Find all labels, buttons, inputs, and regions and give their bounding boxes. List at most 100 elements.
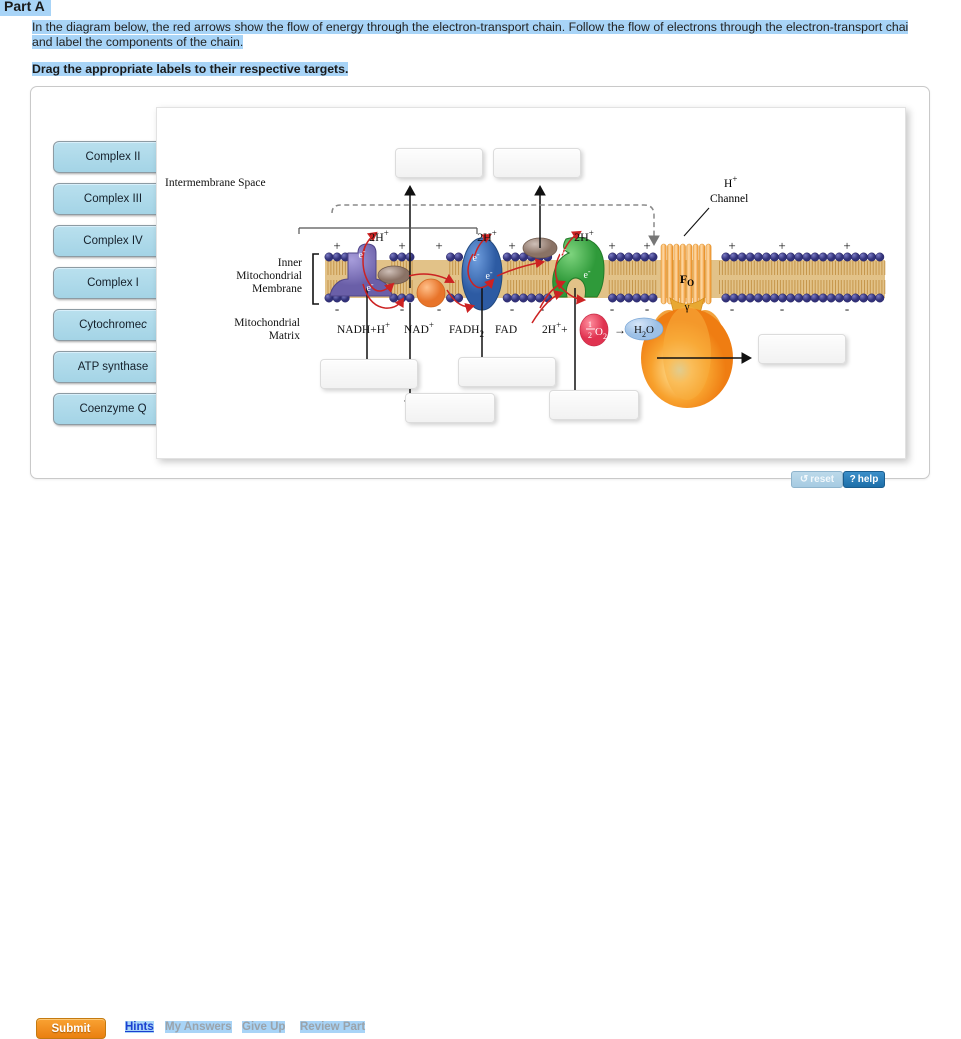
fadh2-label: FADH2 <box>449 324 484 339</box>
phospholipid-head <box>867 293 877 303</box>
phospholipid-head <box>608 252 617 262</box>
drop-target-top-right[interactable] <box>493 148 581 178</box>
charge-plus: + <box>333 238 340 253</box>
drop-target-top-left[interactable] <box>395 148 483 178</box>
phospholipid-head <box>405 293 415 303</box>
drag-label-text: Complex II <box>85 151 141 163</box>
coenzyme-q-sphere <box>416 278 446 308</box>
drag-label-complex-iv[interactable]: Complex IV <box>53 225 173 257</box>
phospholipid-head <box>834 293 844 303</box>
charge-plus: + <box>843 238 850 253</box>
phospholipid-head <box>729 252 739 262</box>
drop-target-complex-iv[interactable] <box>549 390 639 420</box>
give-up-link[interactable]: Give Up <box>242 1021 286 1033</box>
phospholipid-head <box>446 252 455 262</box>
drag-label-cytochrome-c[interactable]: Cytochrome c <box>53 309 173 341</box>
svg-text:2H+: 2H+ <box>477 228 497 244</box>
drop-target-fadh2[interactable] <box>458 357 556 387</box>
reaction-arrow: → <box>614 323 626 337</box>
drag-label-text: ATP synthase <box>77 361 149 373</box>
footer-bar: Submit Hints My Answers Give Up Review P… <box>0 508 961 1039</box>
charge-minus: - <box>510 301 514 316</box>
fo-rod <box>692 243 699 305</box>
matrix-label-2: Matrix <box>269 330 301 342</box>
drop-target-nadh[interactable] <box>320 359 418 389</box>
prompt-line-2: and label the components of the chain. <box>32 35 244 49</box>
drag-label-text: Complex III <box>83 193 143 205</box>
phospholipid-head <box>624 293 634 303</box>
phospholipid-head <box>851 252 860 262</box>
phospholipid-head <box>778 252 788 262</box>
fo-rod <box>705 243 712 305</box>
drag-instruction: Drag the appropriate labels to their res… <box>32 62 349 76</box>
drag-label-text: Complex IV <box>83 235 143 247</box>
charge-minus: - <box>335 301 339 316</box>
phospholipid-head <box>502 252 512 262</box>
drag-label-atp-synthase[interactable]: ATP synthase <box>53 351 173 383</box>
phospholipid-head <box>834 252 844 262</box>
phospholipid-head <box>632 293 642 303</box>
drag-label-complex-ii[interactable]: Complex II <box>53 141 173 173</box>
drag-label-text: Complex I <box>87 277 139 289</box>
phospholipid-head <box>802 293 812 303</box>
phospholipid-head <box>753 252 763 262</box>
phospholipid-head <box>761 252 771 262</box>
reset-button[interactable]: ↺ reset <box>791 471 843 488</box>
prompt-line-1: In the diagram below, the red arrows sho… <box>32 20 909 34</box>
phospholipid-head <box>737 293 747 303</box>
membrane-bracket <box>312 253 319 305</box>
drag-label-complex-i[interactable]: Complex I <box>53 267 173 299</box>
two-h-plus-label: 2H++ <box>542 320 568 336</box>
charge-minus: - <box>845 301 849 316</box>
help-label: help <box>857 474 879 485</box>
phospholipid-head <box>875 293 885 303</box>
charge-minus: - <box>730 301 734 316</box>
drop-target-coq[interactable] <box>405 393 495 423</box>
hints-link[interactable]: Hints <box>125 1021 154 1033</box>
water-molecule: H2O <box>624 317 664 341</box>
reset-icon: ↺ <box>799 474 809 485</box>
inner-membrane-label-3: Membrane <box>252 283 302 295</box>
phospholipid-head <box>632 252 642 262</box>
phospholipid-head <box>624 252 634 262</box>
cytochrome-c-oval-lower <box>377 265 411 285</box>
phospholipid-head <box>802 252 812 262</box>
phospholipid-head <box>810 252 820 262</box>
drag-label-coenzyme-q[interactable]: Coenzyme Q <box>53 393 173 425</box>
phospholipid-head <box>770 252 779 262</box>
phospholipid-head <box>842 252 852 262</box>
phospholipid-head <box>867 252 877 262</box>
gamma-label: γ <box>684 301 690 313</box>
phospholipid-head <box>397 252 407 262</box>
phospholipid-head <box>810 293 820 303</box>
phospholipid-head <box>616 252 626 262</box>
phospholipid-head <box>510 252 520 262</box>
charge-plus: + <box>435 238 442 253</box>
my-answers-link[interactable]: My Answers <box>165 1021 232 1033</box>
charge-plus: + <box>778 238 785 253</box>
phospholipid-head <box>786 252 796 262</box>
page-title: Part A <box>0 0 51 16</box>
phospholipid-head <box>737 252 747 262</box>
nad-label: NAD+ <box>404 320 434 336</box>
phospholipid-head <box>640 252 650 262</box>
help-button[interactable]: ? help <box>843 471 885 488</box>
phospholipid-heads-top <box>324 252 885 262</box>
phospholipid-head <box>761 293 771 303</box>
phospholipid-head <box>616 293 626 303</box>
charge-plus: + <box>643 238 650 253</box>
phospholipid-head <box>851 293 860 303</box>
drop-target-atp-synthase[interactable] <box>758 334 846 364</box>
charge-minus: - <box>645 301 649 316</box>
svg-text:2H+: 2H+ <box>369 228 389 244</box>
h-channel-pointer <box>683 207 710 237</box>
phospholipid-head <box>859 293 869 303</box>
review-part-link[interactable]: Review Part <box>300 1021 366 1033</box>
phospholipid-head <box>859 252 869 262</box>
phospholipid-head <box>770 293 779 303</box>
molecule-labels: NADH+H+ NAD+ FADH2 FAD 2H++ <box>337 320 568 339</box>
region-labels: Intermembrane Space Inner Mitochondrial … <box>165 177 302 342</box>
submit-button[interactable]: Submit <box>36 1018 106 1039</box>
drag-label-complex-iii[interactable]: Complex III <box>53 183 173 215</box>
drag-label-text: Coenzyme Q <box>79 403 147 415</box>
